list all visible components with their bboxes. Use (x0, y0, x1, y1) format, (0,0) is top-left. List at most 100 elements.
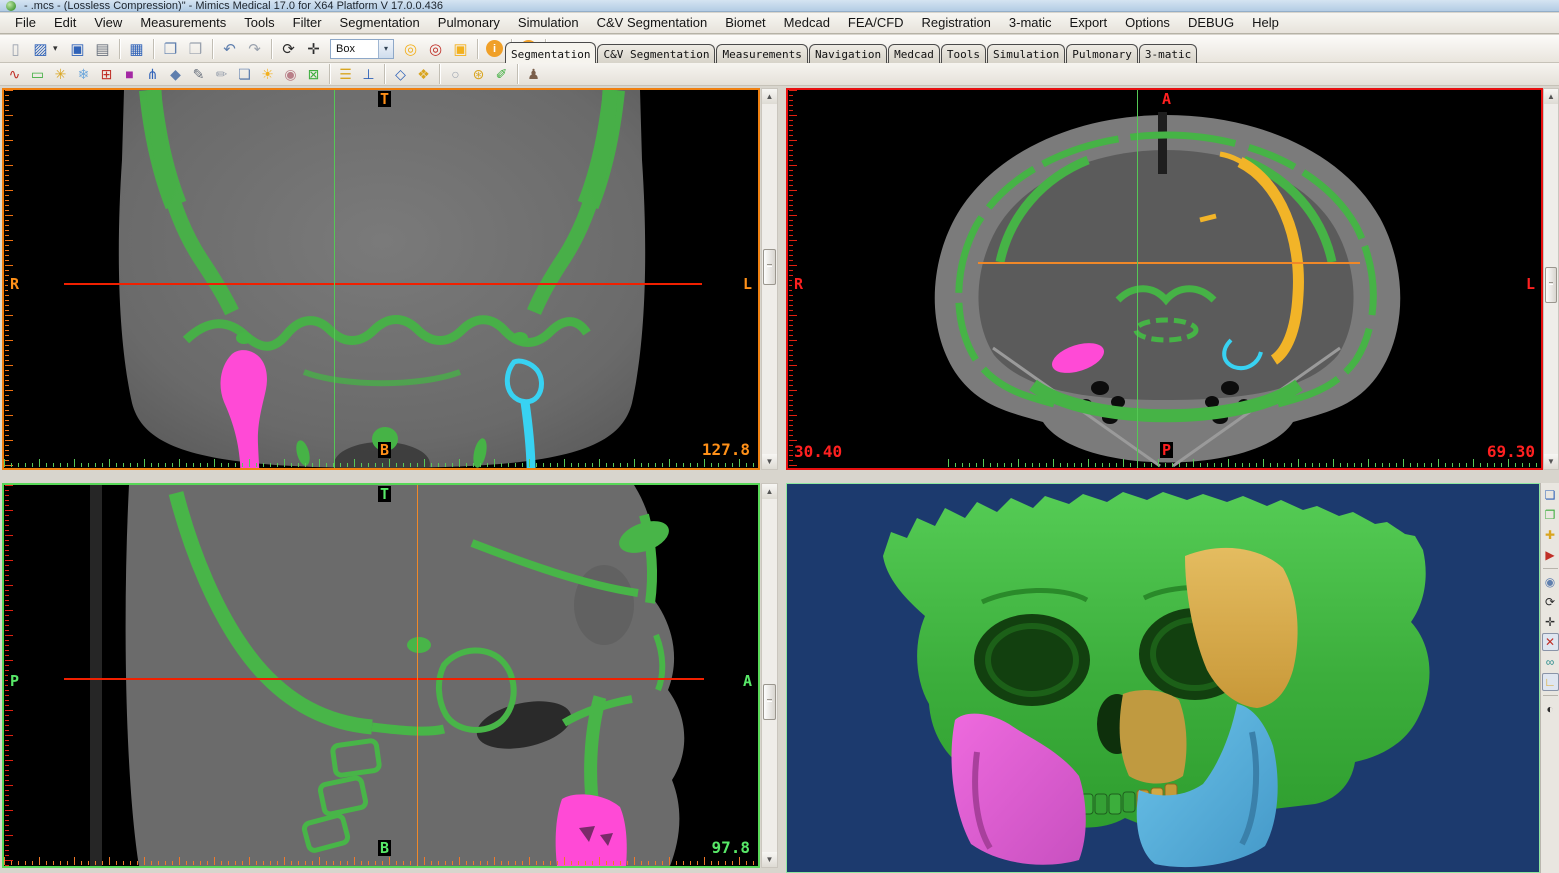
menu-measurements[interactable]: Measurements (131, 13, 235, 33)
axial-scrollbar[interactable]: ▲ ▼ (1543, 88, 1559, 470)
tab-simulation[interactable]: Simulation (987, 44, 1065, 63)
tab-segmentation[interactable]: Segmentation (505, 42, 596, 63)
scroll-down-icon[interactable]: ▼ (1544, 454, 1558, 469)
new-project-icon[interactable]: ▯ (4, 37, 27, 60)
tab-3matic[interactable]: 3-matic (1139, 44, 1197, 63)
menu-view[interactable]: View (85, 13, 131, 33)
menu-edit[interactable]: Edit (45, 13, 85, 33)
corner-axes-icon[interactable]: ∟ (1542, 673, 1559, 691)
copy-icon[interactable]: ❐ (159, 37, 182, 60)
edit-mask-3d-icon[interactable]: ❏ (234, 64, 255, 84)
scene-cube-icon[interactable]: ❒ (1542, 506, 1559, 524)
project-management-icon[interactable]: ▦ (125, 37, 148, 60)
dynamic-region-growing-icon[interactable]: ❄ (73, 64, 94, 84)
calculate-3d-from-mask-icon[interactable]: ☰ (335, 64, 356, 84)
viewport-layout-icon[interactable]: ❏ (1542, 486, 1559, 504)
multiple-slice-edit-icon[interactable]: ⋔ (142, 64, 163, 84)
save-project-icon[interactable]: ▣ (66, 37, 89, 60)
undo-icon[interactable]: ↶ (218, 37, 241, 60)
scroll-thumb[interactable] (1545, 267, 1557, 303)
visibility-eye-icon[interactable]: ◉ (1542, 573, 1559, 591)
selection-mode-value: Box (331, 43, 378, 55)
print-icon[interactable]: ▤ (91, 37, 114, 60)
morphology-operations-icon[interactable]: ◉ (280, 64, 301, 84)
crop-mask-icon[interactable]: ▭ (27, 64, 48, 84)
tab-navigation[interactable]: Navigation (809, 44, 887, 63)
menu-filter[interactable]: Filter (284, 13, 331, 33)
axial-viewport[interactable]: A P R L 30.40 69.30 (786, 88, 1543, 470)
unzoom-icon[interactable]: ◎ (424, 37, 447, 60)
tab-pulmonary[interactable]: Pulmonary (1066, 44, 1138, 63)
contrast-icon[interactable]: ◐ (1542, 700, 1559, 718)
menu-debug[interactable]: DEBUG (1179, 13, 1243, 33)
scroll-thumb[interactable] (763, 684, 776, 720)
rotate-pointer-icon[interactable]: ▶ (1542, 546, 1559, 564)
zoom-box-icon[interactable]: ▣ (449, 37, 472, 60)
draw-icon[interactable]: ✎ (188, 64, 209, 84)
calculate-3d-objects-icon[interactable]: ⊛ (468, 64, 489, 84)
crop-region-icon[interactable]: ⊠ (303, 64, 324, 84)
scroll-up-icon[interactable]: ▲ (1544, 89, 1558, 104)
cavity-fill-icon[interactable]: ◆ (165, 64, 186, 84)
open-menu-arrow-icon[interactable]: ▾ (53, 43, 65, 54)
coronal-viewport[interactable]: T B R L 127.8 (2, 88, 760, 470)
selection-mode-dropdown[interactable]: Box ▾ (330, 39, 394, 59)
edit-masks-icon[interactable]: ■ (119, 64, 140, 84)
open-project-icon[interactable]: ▨ (29, 37, 52, 60)
calculate-3d-icon[interactable]: ⊞ (96, 64, 117, 84)
sagittal-orientation-left: P (8, 673, 21, 689)
zoom-in-icon[interactable]: ◎ (399, 37, 422, 60)
calculate-polylines-icon[interactable]: ⊥ (358, 64, 379, 84)
menu-options[interactable]: Options (1116, 13, 1179, 33)
crosshair-axes-icon[interactable]: ✕ (1542, 633, 1559, 651)
scroll-down-icon[interactable]: ▼ (762, 852, 777, 867)
stl-export-icon[interactable]: ◇ (390, 64, 411, 84)
coronal-scrollbar[interactable]: ▲ ▼ (761, 88, 778, 470)
menu-segmentation[interactable]: Segmentation (331, 13, 429, 33)
view3d-viewport[interactable] (786, 483, 1540, 873)
scroll-down-icon[interactable]: ▼ (762, 454, 777, 469)
object-info-icon[interactable]: i (486, 40, 503, 57)
thresholding-icon[interactable]: ∿ (4, 64, 25, 84)
menu-fea-cfd[interactable]: FEA/CFD (839, 13, 913, 33)
label-tag-icon[interactable]: ❖ (413, 64, 434, 84)
update-views-icon[interactable]: ⟳ (277, 37, 300, 60)
cavity-fill-3d-icon[interactable]: ○ (445, 64, 466, 84)
scroll-up-icon[interactable]: ▲ (762, 89, 777, 104)
menu-file[interactable]: File (6, 13, 45, 33)
menu-biomet[interactable]: Biomet (716, 13, 774, 33)
menu-export[interactable]: Export (1061, 13, 1117, 33)
smooth-3d-icon[interactable]: ✐ (491, 64, 512, 84)
menu-help[interactable]: Help (1243, 13, 1288, 33)
sagittal-scrollbar[interactable]: ▲ ▼ (761, 483, 778, 868)
pan-icon[interactable]: ✛ (302, 37, 325, 60)
redo-icon[interactable]: ↷ (243, 37, 266, 60)
sagittal-viewport[interactable]: T B P A 97.8 (2, 483, 760, 868)
axial-orientation-bottom: P (1160, 442, 1173, 458)
menu-simulation[interactable]: Simulation (509, 13, 588, 33)
ortho-views-icon[interactable]: ✚ (1542, 526, 1559, 544)
scroll-thumb[interactable] (763, 249, 776, 285)
menu-bar: File Edit View Measurements Tools Filter… (0, 13, 1559, 34)
human-orientation-icon[interactable]: ♟ (523, 64, 544, 84)
scroll-up-icon[interactable]: ▲ (762, 484, 777, 499)
tab-measurements[interactable]: Measurements (716, 44, 807, 63)
tab-medcad[interactable]: Medcad (888, 44, 940, 63)
tab-cv-segmentation[interactable]: C&V Segmentation (597, 44, 715, 63)
region-growing-icon[interactable]: ✳ (50, 64, 71, 84)
menu-cv-segmentation[interactable]: C&V Segmentation (588, 13, 717, 33)
paste-icon[interactable]: ❒ (184, 37, 207, 60)
pan-3d-icon[interactable]: ✛ (1542, 613, 1559, 631)
coronal-orientation-top: T (378, 91, 391, 107)
rotate-3d-icon[interactable]: ⟳ (1542, 593, 1559, 611)
menu-medcad[interactable]: Medcad (775, 13, 839, 33)
smart-expand-icon[interactable]: ☀ (257, 64, 278, 84)
erase-icon[interactable]: ✏ (211, 64, 232, 84)
menu-pulmonary[interactable]: Pulmonary (429, 13, 509, 33)
menu-3matic[interactable]: 3-matic (1000, 13, 1061, 33)
dropdown-arrow-icon[interactable]: ▾ (378, 40, 393, 58)
tab-tools[interactable]: Tools (941, 44, 986, 63)
menu-registration[interactable]: Registration (913, 13, 1000, 33)
menu-tools[interactable]: Tools (235, 13, 283, 33)
stereo-glasses-icon[interactable]: ∞ (1542, 653, 1559, 671)
